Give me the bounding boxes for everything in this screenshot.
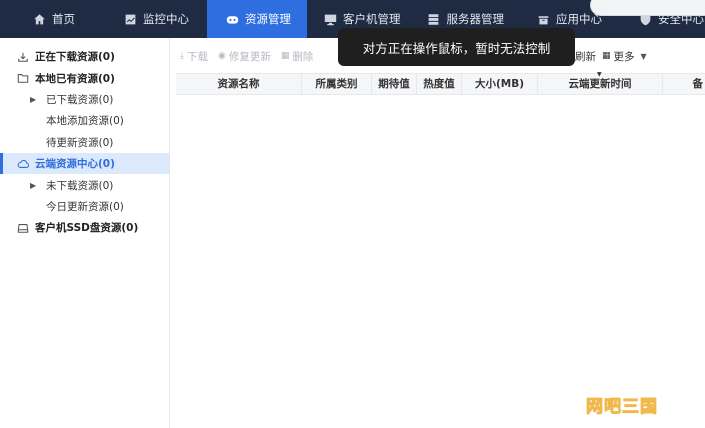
- nav-item-label: 客户机管理: [343, 12, 401, 26]
- watermark-logo: 网吧三国: [586, 397, 658, 418]
- nav-item-label: 资源管理: [245, 12, 291, 26]
- tree-item-label: 云端资源中心(0): [35, 158, 115, 171]
- folder-icon: [16, 71, 30, 85]
- repair-update-button[interactable]: ◉ 修复更新: [218, 49, 271, 64]
- download-icon: [16, 50, 30, 64]
- tree-item-downloading[interactable]: 正在下载资源(0): [0, 46, 169, 67]
- resource-table-body: [176, 95, 705, 428]
- grid-icon: ▦: [602, 51, 611, 61]
- expand-arrow-icon[interactable]: ▶: [30, 181, 40, 190]
- nav-item-home[interactable]: 首页: [0, 0, 75, 38]
- resource-table-header: 资源名称 所属类别 期待值 热度值 大小(MB) 云端更新时间 备: [176, 73, 705, 95]
- remote-control-notice: 对方正在操作鼠标，暂时无法控制: [338, 28, 575, 66]
- tree-item-updated-today[interactable]: 今日更新资源(0): [0, 196, 169, 217]
- caret-down-icon: ▼: [640, 51, 647, 61]
- tree-item-downloaded[interactable]: ▶ 已下载资源(0): [0, 89, 169, 110]
- download-arrow-icon: ⤓: [180, 51, 184, 61]
- tree-item-label: 已下载资源(0): [46, 93, 114, 106]
- cloud-icon: [16, 157, 30, 171]
- remote-control-toolbar[interactable]: [590, 0, 705, 16]
- tree-item-label: 客户机SSD盘资源(0): [35, 222, 139, 235]
- column-header-category[interactable]: 所属类别: [302, 74, 372, 94]
- nav-item-monitor[interactable]: 监控中心: [75, 0, 189, 38]
- column-header-remark[interactable]: 备: [663, 74, 705, 94]
- nav-item-label: 监控中心: [143, 12, 189, 26]
- column-header-heat[interactable]: 热度值: [417, 74, 462, 94]
- download-button[interactable]: ⤓ 下载: [180, 49, 208, 64]
- tree-item-locally-added[interactable]: 本地添加资源(0): [0, 110, 169, 131]
- action-toolbar: ⤓ 下载 ◉ 修复更新 ▦ 删除: [180, 46, 323, 66]
- sort-indicator-icon: ▼: [597, 71, 602, 78]
- delete-button[interactable]: ▦ 删除: [281, 49, 314, 64]
- disk-icon: [16, 221, 30, 235]
- server-icon: [427, 12, 441, 26]
- tree-item-not-downloaded[interactable]: ▶ 未下载资源(0): [0, 174, 169, 195]
- tree-item-label: 今日更新资源(0): [46, 200, 124, 213]
- tree-item-label: 本地已有资源(0): [35, 72, 115, 85]
- tree-item-client-ssd[interactable]: 客户机SSD盘资源(0): [0, 217, 169, 238]
- tree-item-label: 未下载资源(0): [46, 179, 114, 192]
- repair-icon: ◉: [217, 51, 226, 61]
- tree-item-label: 本地添加资源(0): [46, 115, 124, 128]
- expand-arrow-icon[interactable]: ▶: [30, 95, 40, 104]
- resource-tree-sidebar: 正在下载资源(0) 本地已有资源(0) ▶ 已下载资源(0) 本地添加资源(0)…: [0, 38, 170, 428]
- app-box-icon: [536, 12, 550, 26]
- home-icon: [32, 12, 46, 26]
- nav-item-label: 首页: [52, 12, 75, 26]
- column-header-expectation[interactable]: 期待值: [372, 74, 417, 94]
- nav-item-label: 服务器管理: [446, 12, 505, 26]
- desktop-icon: [323, 12, 337, 26]
- tree-item-local-resources[interactable]: 本地已有资源(0): [0, 67, 169, 88]
- column-header-name[interactable]: 资源名称: [176, 74, 302, 94]
- refresh-button[interactable]: 刷新: [575, 46, 596, 66]
- tree-item-label: 正在下载资源(0): [35, 51, 115, 64]
- tree-item-pending-update[interactable]: 待更新资源(0): [0, 132, 169, 153]
- column-header-size[interactable]: 大小(MB): [462, 74, 538, 94]
- tree-item-label: 待更新资源(0): [46, 136, 114, 149]
- nav-item-resource[interactable]: 资源管理: [207, 0, 307, 38]
- resource-icon: [225, 12, 239, 26]
- resource-management-page: 首页 监控中心 资源管理 客户机管理 服务器管理 应用中心 安全中心 正在下载资…: [0, 0, 705, 428]
- trash-icon: ▦: [280, 51, 290, 61]
- tree-item-cloud-center[interactable]: 云端资源中心(0): [0, 152, 169, 175]
- more-button[interactable]: ▦ 更多 ▼: [602, 46, 647, 66]
- monitor-chart-icon: [123, 12, 137, 26]
